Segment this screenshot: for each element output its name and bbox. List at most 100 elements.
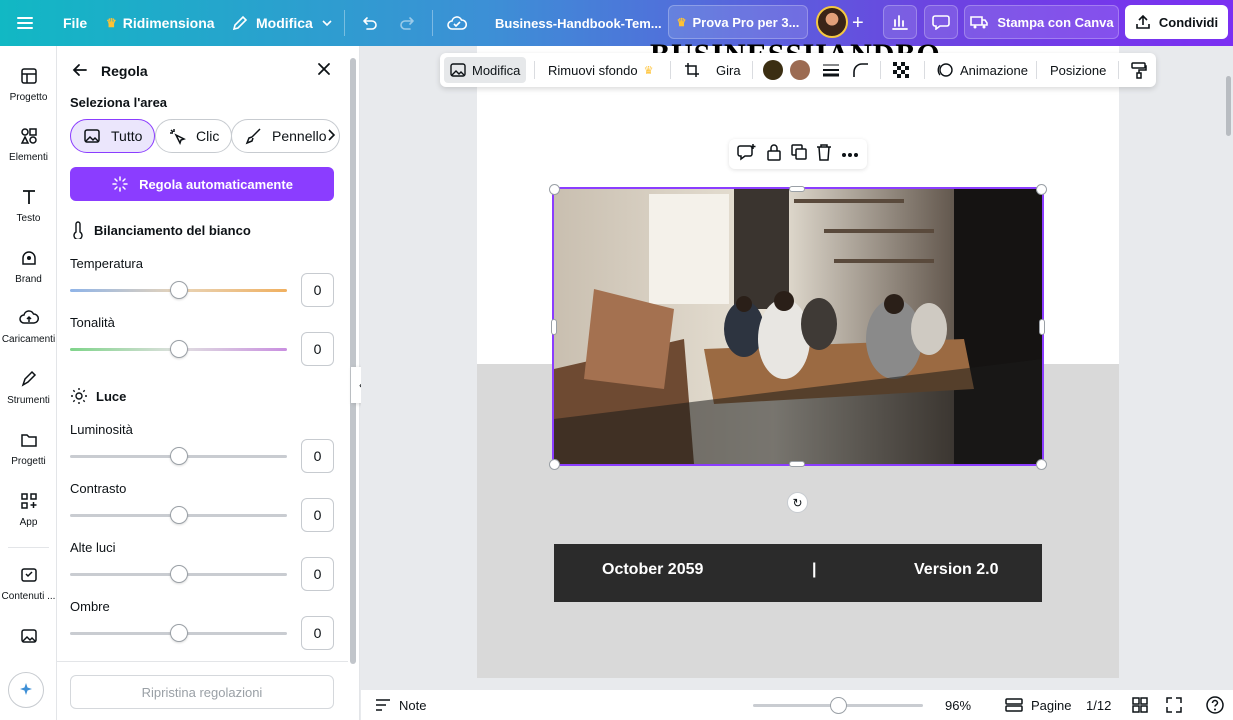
brightness-value-input[interactable]: 0 [301,439,334,473]
resize-handle-bottom-right[interactable] [1036,459,1047,470]
file-label: File [63,15,88,31]
notes-button[interactable]: Note [375,690,426,720]
scroll-thumb[interactable] [350,58,356,664]
mode-click-button[interactable]: Clic [155,119,233,153]
close-icon[interactable] [316,61,332,82]
slider-thumb[interactable] [169,281,188,299]
tint-value-input[interactable]: 0 [301,332,334,366]
toolbar-separator [1036,61,1037,79]
scroll-thumb[interactable] [1226,76,1231,136]
rail-item-draw[interactable]: Strumenti [0,369,57,406]
resize-handle-bottom[interactable] [789,461,805,467]
rail-item-design[interactable]: Progetto [0,66,57,103]
grid-view-icon[interactable] [1132,690,1148,720]
rail-item-uploads[interactable]: Caricamenti [0,308,57,345]
rail-item-projects[interactable]: Progetti [0,430,57,467]
edit-image-button[interactable]: Modifica [444,57,527,83]
resize-handle-top-left[interactable] [549,184,560,195]
file-menu[interactable]: File [63,0,87,46]
redo-icon[interactable] [399,0,417,46]
edit-mode-dropdown[interactable]: Modifica [232,0,333,46]
page-count[interactable]: 1/12 [1086,690,1111,720]
animate-button[interactable]: Animazione [936,53,1028,87]
color-swatch-2[interactable] [790,60,810,80]
shadows-slider[interactable] [70,623,287,643]
resize-handle-bottom-left[interactable] [549,459,560,470]
rail-item-brand[interactable]: Brand [0,248,57,285]
rail-label: Elementi [9,152,48,163]
handbook-title-text[interactable]: BUSINESSHANDBOOK [650,32,940,54]
fullscreen-icon[interactable] [1166,690,1182,720]
more-options-icon[interactable] [841,145,859,163]
mode-label: Pennello [272,128,327,144]
slider-thumb[interactable] [169,506,188,524]
add-comment-icon[interactable] [737,143,757,166]
transparency-icon[interactable] [892,53,910,87]
reset-adjustments-button[interactable]: Ripristina regolazioni [70,675,334,709]
tint-slider[interactable] [70,339,287,359]
trash-icon[interactable] [816,143,832,166]
share-button[interactable]: Condividi [1125,5,1228,39]
temperature-value-input[interactable]: 0 [301,273,334,307]
magic-assistant-icon[interactable] [8,672,44,708]
pages-button[interactable]: Pagine [1005,690,1071,720]
resize-button[interactable]: ♛ Ridimensiona [106,0,215,46]
position-button[interactable]: Posizione [1050,53,1106,87]
help-icon[interactable] [1206,690,1224,720]
mode-brush-button[interactable]: Pennello [231,119,340,153]
contrast-slider[interactable] [70,505,287,525]
rail-item-elements[interactable]: Elementi [0,126,57,163]
date-version-bar[interactable]: October 2059 | Version 2.0 [554,544,1042,602]
zoom-slider-thumb[interactable] [830,697,847,714]
line-weight-icon[interactable] [822,53,840,87]
rail-item-photos[interactable] [0,626,57,652]
flip-button[interactable]: Gira [716,53,741,87]
selected-photo[interactable] [552,187,1044,466]
resize-label: Ridimensiona [122,15,215,31]
lock-icon[interactable] [766,143,782,166]
menu-icon[interactable] [16,0,34,46]
shadows-value-input[interactable]: 0 [301,616,334,650]
crop-icon[interactable] [684,53,700,87]
resize-handle-top[interactable] [789,186,805,192]
slider-thumb[interactable] [169,624,188,642]
brand-icon [21,251,36,265]
brightness-slider[interactable] [70,446,287,466]
highlights-slider[interactable] [70,564,287,584]
rotate-handle[interactable]: ↻ [787,492,808,513]
auto-adjust-button[interactable]: Regola automaticamente [70,167,334,201]
resize-handle-right[interactable] [1039,319,1045,335]
rail-item-magic-media[interactable]: Contenuti ... [0,565,57,602]
remove-background-button[interactable]: Rimuovi sfondo ♛ [548,53,653,87]
back-arrow-icon[interactable] [71,61,89,84]
rotate-icon: ↻ [792,495,803,510]
duplicate-icon[interactable] [790,143,808,166]
resize-handle-left[interactable] [551,319,557,335]
corner-rounding-icon[interactable] [852,53,870,87]
highlights-value-input[interactable]: 0 [301,557,334,591]
crown-icon: ♛ [676,16,687,29]
mode-label: Tutto [111,128,143,144]
version-text: Version 2.0 [914,561,999,578]
contrast-value-input[interactable]: 0 [301,498,334,532]
magic-click-icon [170,129,186,145]
layout-icon [20,68,37,84]
resize-handle-top-right[interactable] [1036,184,1047,195]
canvas-scrollbar[interactable] [1223,46,1233,690]
rail-item-apps[interactable]: App [0,491,57,528]
rail-item-text[interactable]: Testo [0,187,57,224]
copy-style-icon[interactable] [1130,53,1148,87]
slider-thumb[interactable] [169,447,188,465]
slider-thumb[interactable] [169,340,188,358]
document-title[interactable]: Business-Handbook-Tem... [495,0,662,46]
chevron-right-icon[interactable] [326,128,336,147]
undo-icon[interactable] [360,0,378,46]
zoom-level[interactable]: 96% [945,690,971,720]
cloud-save-icon[interactable] [447,0,467,46]
print-button[interactable]: Stampa con Canva [964,5,1119,39]
color-swatch-1[interactable] [763,60,783,80]
slider-thumb[interactable] [169,565,188,583]
brush-icon [245,128,261,145]
temperature-slider[interactable] [70,280,287,300]
mode-all-button[interactable]: Tutto [70,119,156,153]
